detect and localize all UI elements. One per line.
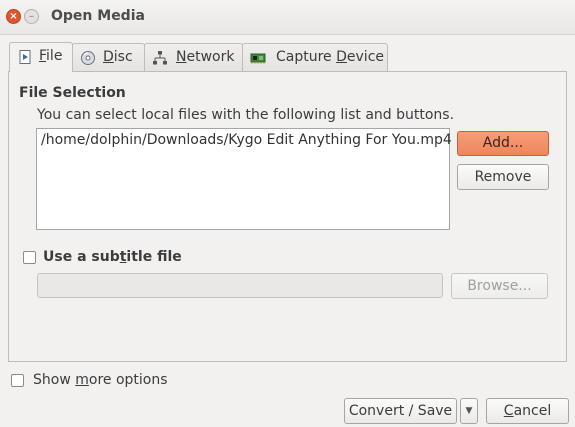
show-more-options-checkbox[interactable] — [11, 374, 24, 387]
tab-file-accel: F — [39, 48, 47, 64]
cancel-button[interactable]: Cancel — [486, 398, 569, 424]
add-file-button[interactable]: Add... — [457, 131, 549, 156]
convert-save-dropdown-button[interactable]: ▼ — [460, 398, 478, 424]
window-title: Open Media — [51, 8, 145, 24]
remove-file-button[interactable]: Remove — [457, 164, 549, 190]
chevron-down-icon: ▼ — [465, 406, 473, 416]
tab-capture-device[interactable]: Capture Device — [242, 43, 388, 71]
network-icon — [152, 50, 168, 66]
close-window-button[interactable]: × — [6, 9, 21, 24]
subtitle-path-field[interactable] — [37, 273, 443, 298]
tab-file[interactable]: File — [9, 42, 73, 72]
disc-icon — [80, 50, 96, 66]
file-selection-heading: File Selection — [19, 85, 126, 101]
browse-button[interactable]: Browse... — [451, 273, 548, 299]
title-bar: × – Open Media — [0, 0, 575, 35]
subtitle-checkbox-label[interactable]: Use a subtitle file — [43, 249, 182, 265]
subtitle-checkbox[interactable] — [23, 251, 36, 264]
show-more-options-label[interactable]: Show more options — [33, 372, 168, 388]
list-item[interactable]: /home/dolphin/Downloads/Kygo Edit Anythi… — [41, 132, 452, 148]
tab-disc[interactable]: Disc — [72, 43, 145, 71]
tab-network[interactable]: Network — [144, 43, 243, 71]
file-media-icon — [17, 49, 33, 65]
file-list[interactable]: /home/dolphin/Downloads/Kygo Edit Anythi… — [36, 128, 452, 230]
minimize-window-button[interactable]: – — [24, 9, 39, 24]
capture-card-icon — [250, 50, 266, 66]
file-selection-hint: You can select local files with the foll… — [37, 107, 455, 123]
convert-save-button[interactable]: Convert / Save — [344, 398, 457, 424]
